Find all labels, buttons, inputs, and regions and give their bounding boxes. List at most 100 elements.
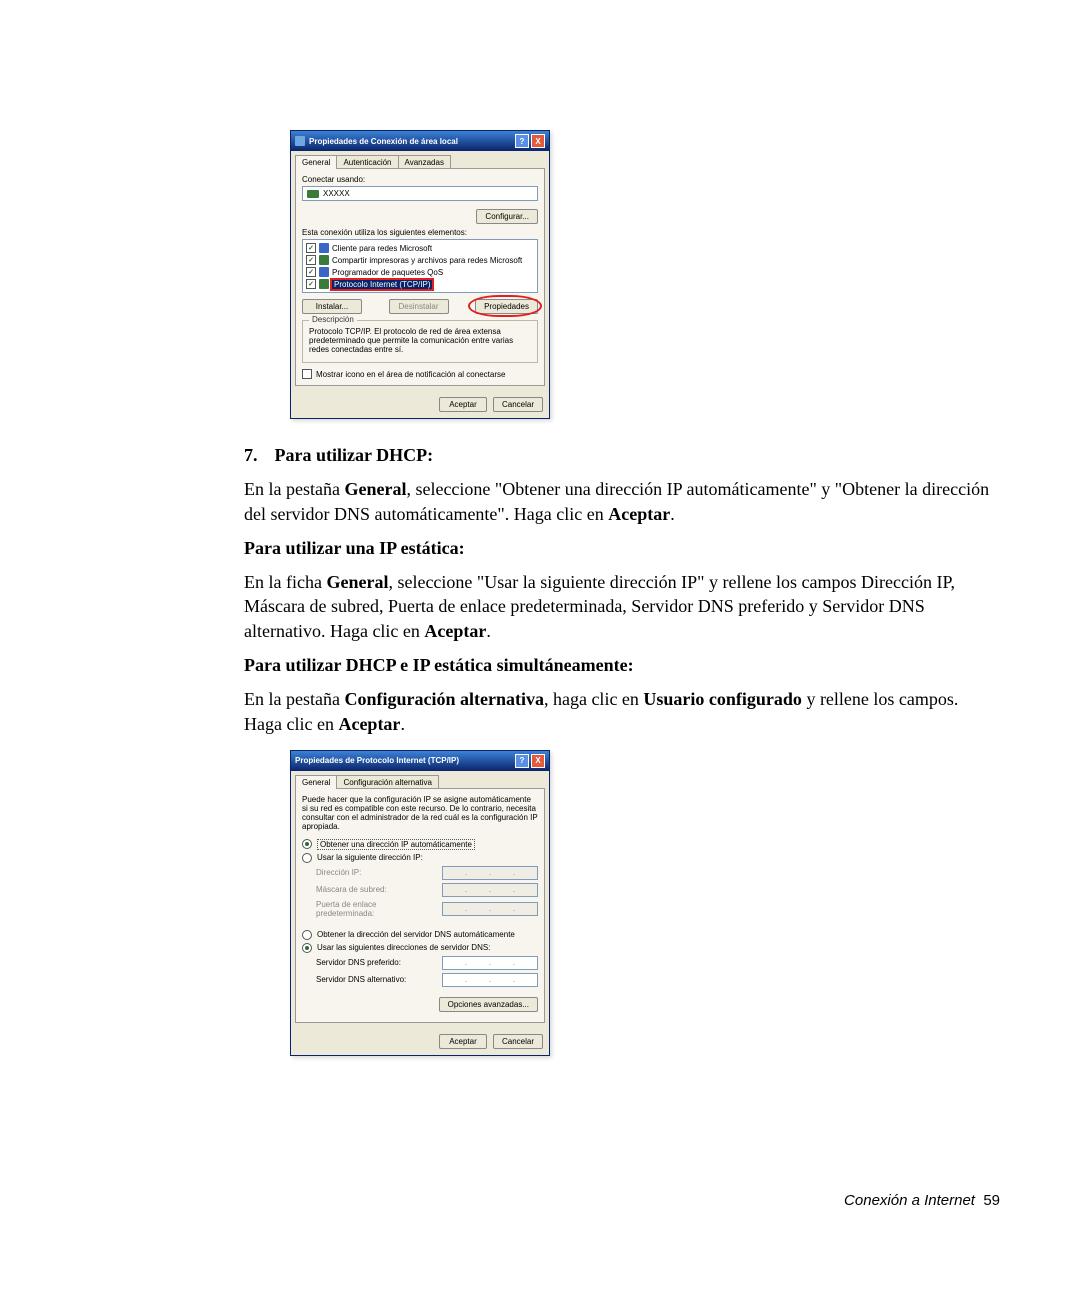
tab-body: Conectar usando: XXXXX Configurar... Est…: [295, 168, 545, 386]
tcpip-icon: [319, 279, 329, 289]
advanced-options-button[interactable]: Opciones avanzadas...: [439, 997, 538, 1012]
text: Configuración alternativa: [344, 689, 544, 709]
ok-button[interactable]: Aceptar: [439, 1034, 487, 1049]
titlebar: Propiedades de Protocolo Internet (TCP/I…: [291, 751, 549, 771]
text: .: [400, 714, 405, 734]
dhcp-paragraph: En la pestaña General, seleccione "Obten…: [244, 477, 1000, 526]
radio-obtain-ip-auto[interactable]: Obtener una dirección IP automáticamente: [302, 839, 538, 850]
list-item[interactable]: ✓ Cliente para redes Microsoft: [305, 242, 535, 254]
subnet-mask-field: ...: [442, 883, 538, 897]
tab-advanced[interactable]: Avanzadas: [398, 155, 451, 169]
help-button[interactable]: ?: [515, 134, 529, 148]
page-number: 59: [983, 1192, 1000, 1209]
description-label: Descripción: [309, 315, 357, 324]
share-icon: [319, 255, 329, 265]
dns-preferred-field[interactable]: ...: [442, 956, 538, 970]
radio-icon[interactable]: [302, 943, 312, 953]
radio-icon[interactable]: [302, 853, 312, 863]
dialog-title: Propiedades de Protocolo Internet (TCP/I…: [295, 756, 459, 765]
tabstrip: General Autenticación Avanzadas: [291, 151, 549, 169]
ip-address-field: ...: [442, 866, 538, 880]
footer-text: Conexión a Internet: [844, 1192, 975, 1209]
both-heading: Para utilizar DHCP e IP estática simultá…: [244, 655, 634, 675]
description-text: Protocolo TCP/IP. El protocolo de red de…: [309, 325, 531, 356]
cancel-button[interactable]: Cancelar: [493, 397, 543, 412]
static-paragraph: En la ficha General, seleccione "Usar la…: [244, 570, 1000, 643]
dhcp-heading: Para utilizar DHCP:: [275, 445, 434, 465]
list-item-label: Compartir impresoras y archivos para red…: [332, 256, 522, 265]
adapter-name: XXXXX: [323, 189, 350, 198]
text: General: [326, 572, 388, 592]
tab-general[interactable]: General: [295, 775, 337, 789]
list-item[interactable]: ✓ Compartir impresoras y archivos para r…: [305, 254, 535, 266]
uninstall-button[interactable]: Desinstalar: [389, 299, 449, 314]
nic-icon: [307, 190, 319, 198]
show-icon-checkbox[interactable]: ✓ Mostrar icono en el área de notificaci…: [302, 369, 505, 379]
dns-preferred-label: Servidor DNS preferido:: [316, 958, 436, 967]
tab-general[interactable]: General: [295, 155, 337, 169]
text: General: [344, 479, 406, 499]
list-item[interactable]: ✓ Programador de paquetes QoS: [305, 266, 535, 278]
both-paragraph: En la pestaña Configuración alternativa,…: [244, 687, 1000, 736]
cancel-button[interactable]: Cancelar: [493, 1034, 543, 1049]
list-item[interactable]: ✓ Protocolo Internet (TCP/IP): [305, 278, 535, 290]
components-list[interactable]: ✓ Cliente para redes Microsoft ✓ Compart…: [302, 239, 538, 293]
text: Usuario configurado: [643, 689, 802, 709]
radio-label: Obtener una dirección IP automáticamente: [317, 839, 475, 850]
checkbox-icon[interactable]: ✓: [306, 243, 316, 253]
instruction-block: 7. Para utilizar DHCP: En la pestaña Gen…: [244, 443, 1000, 736]
dialog-title: Propiedades de Conexión de área local: [309, 137, 458, 146]
text: , haga clic en: [544, 689, 643, 709]
gateway-label: Puerta de enlace predeterminada:: [316, 900, 436, 918]
qos-icon: [319, 267, 329, 277]
radio-icon[interactable]: [302, 930, 312, 940]
dialog-footer: Aceptar Cancelar: [291, 1028, 549, 1055]
install-button[interactable]: Instalar...: [302, 299, 362, 314]
radio-label: Obtener la dirección del servidor DNS au…: [317, 930, 515, 939]
dns-alternate-field[interactable]: ...: [442, 973, 538, 987]
configure-button[interactable]: Configurar...: [476, 209, 538, 224]
show-icon-label: Mostrar icono en el área de notificación…: [316, 370, 505, 379]
tab-alternate-config[interactable]: Configuración alternativa: [336, 775, 439, 789]
radio-icon[interactable]: [302, 839, 312, 849]
step-number: 7.: [244, 443, 270, 467]
adapter-field[interactable]: XXXXX: [302, 186, 538, 201]
close-button[interactable]: X: [531, 134, 545, 148]
radio-use-static-ip[interactable]: Usar la siguiente dirección IP:: [302, 853, 538, 863]
tcpip-properties-dialog: Propiedades de Protocolo Internet (TCP/I…: [290, 750, 550, 1056]
list-item-label: Protocolo Internet (TCP/IP): [332, 280, 432, 289]
ip-address-label: Dirección IP:: [316, 868, 436, 877]
titlebar: Propiedades de Conexión de área local ? …: [291, 131, 549, 151]
list-item-label: Cliente para redes Microsoft: [332, 244, 432, 253]
radio-obtain-dns-auto[interactable]: Obtener la dirección del servidor DNS au…: [302, 930, 538, 940]
connect-using-label: Conectar usando:: [302, 175, 538, 184]
lan-properties-dialog: Propiedades de Conexión de área local ? …: [290, 130, 550, 419]
subnet-mask-label: Máscara de subred:: [316, 885, 436, 894]
checkbox-icon[interactable]: ✓: [306, 279, 316, 289]
list-item-label: Programador de paquetes QoS: [332, 268, 443, 277]
text: .: [670, 504, 675, 524]
help-button[interactable]: ?: [515, 754, 529, 768]
tab-body: Puede hacer que la configuración IP se a…: [295, 788, 545, 1023]
checkbox-icon[interactable]: ✓: [306, 267, 316, 277]
text: Aceptar: [424, 621, 486, 641]
radio-use-static-dns[interactable]: Usar las siguientes direcciones de servi…: [302, 943, 538, 953]
properties-button[interactable]: Propiedades: [475, 299, 538, 314]
page-footer: Conexión a Internet 59: [844, 1192, 1000, 1209]
close-button[interactable]: X: [531, 754, 545, 768]
gateway-field: ...: [442, 902, 538, 916]
dialog-footer: Aceptar Cancelar: [291, 391, 549, 418]
checkbox-icon[interactable]: ✓: [302, 369, 312, 379]
text: .: [486, 621, 491, 641]
dns-alternate-label: Servidor DNS alternativo:: [316, 975, 436, 984]
radio-label: Usar la siguiente dirección IP:: [317, 853, 423, 862]
text: Aceptar: [338, 714, 400, 734]
tab-authentication[interactable]: Autenticación: [336, 155, 398, 169]
intro-text: Puede hacer que la configuración IP se a…: [302, 795, 538, 831]
description-group: Descripción Protocolo TCP/IP. El protoco…: [302, 320, 538, 363]
elements-label: Esta conexión utiliza los siguientes ele…: [302, 228, 538, 237]
checkbox-icon[interactable]: ✓: [306, 255, 316, 265]
radio-label: Usar las siguientes direcciones de servi…: [317, 943, 490, 952]
text: En la ficha: [244, 572, 326, 592]
ok-button[interactable]: Aceptar: [439, 397, 487, 412]
